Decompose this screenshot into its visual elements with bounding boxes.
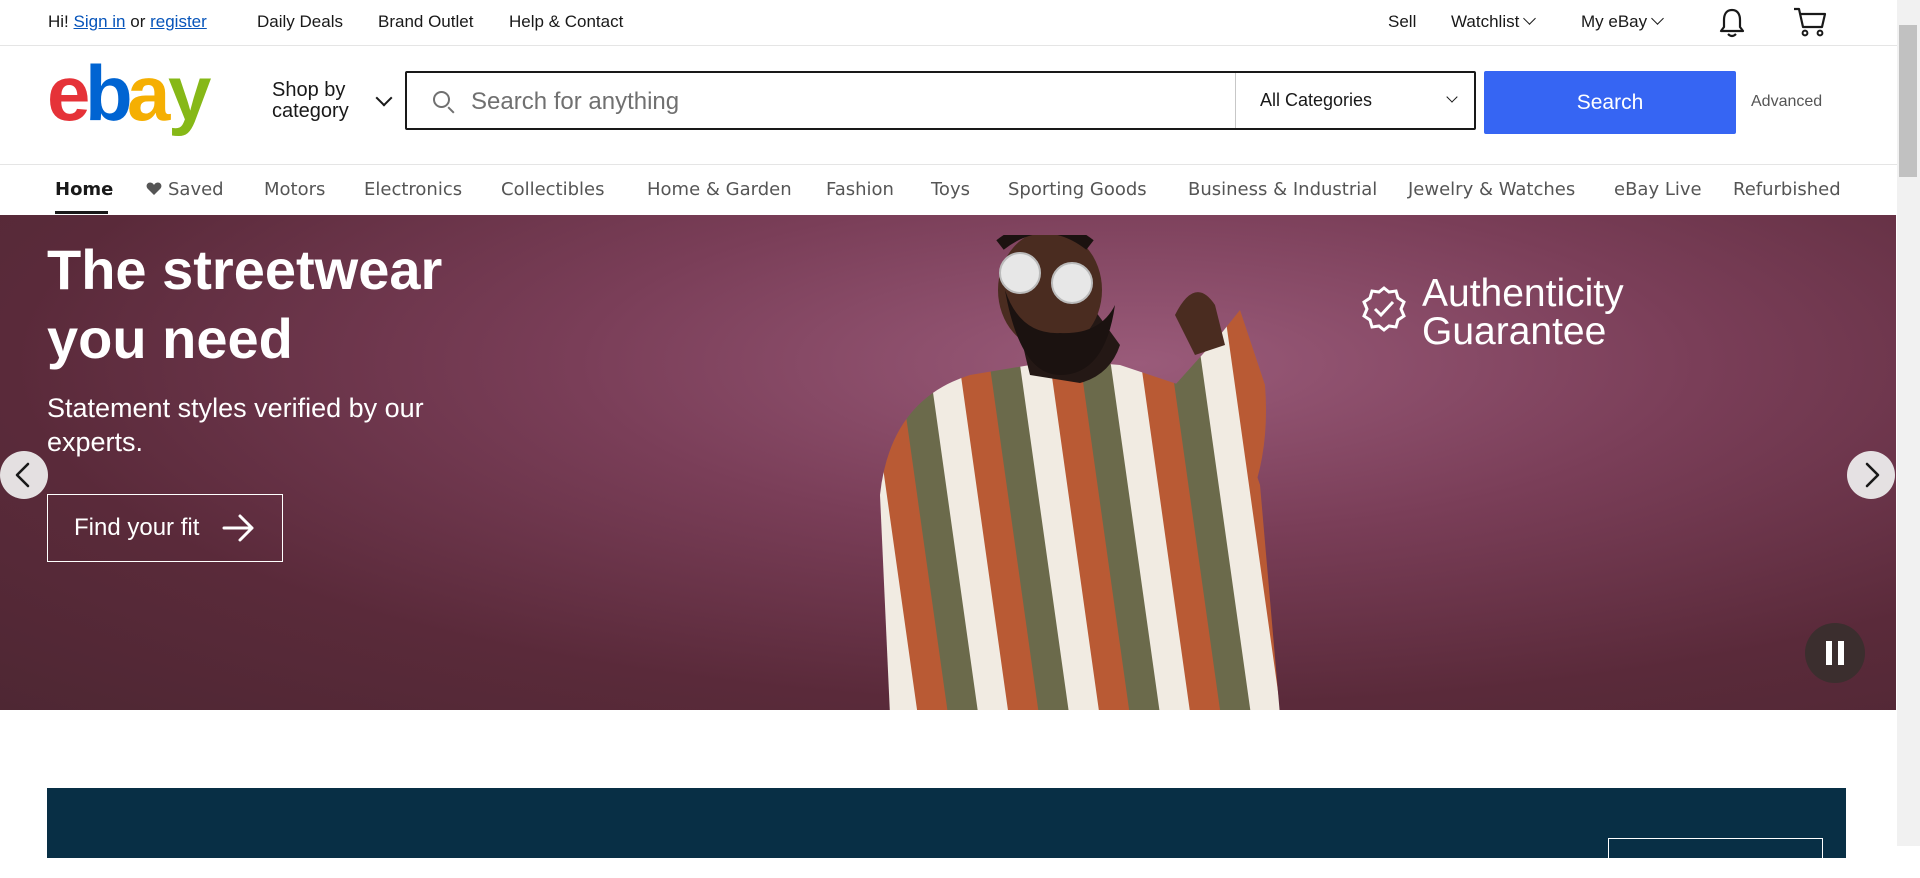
- search-box: All Categories: [405, 71, 1476, 130]
- badge-line1: Authenticity: [1422, 272, 1624, 315]
- hero-model-image[interactable]: [820, 235, 1360, 710]
- active-tab-indicator: [55, 211, 108, 214]
- scrollbar-thumb[interactable]: [1899, 25, 1917, 177]
- greeting: Hi! Sign in or register: [48, 12, 207, 32]
- brand-outlet-link[interactable]: Brand Outlet: [378, 12, 473, 32]
- my-ebay-menu[interactable]: My eBay: [1581, 12, 1665, 32]
- tab-sporting-goods[interactable]: Sporting Goods: [1008, 179, 1147, 200]
- top-bar: Hi! Sign in or register Daily Deals Bran…: [0, 0, 1897, 46]
- shop-by-line2: category: [272, 100, 349, 122]
- or-text: or: [130, 12, 146, 31]
- pause-icon: [1826, 641, 1832, 665]
- tab-collectibles[interactable]: Collectibles: [501, 179, 605, 200]
- tab-refurbished[interactable]: Refurbished: [1733, 179, 1841, 200]
- search-icon: [433, 91, 450, 108]
- hero-title: The streetwear you need: [47, 238, 443, 370]
- help-contact-link[interactable]: Help & Contact: [509, 12, 623, 32]
- greeting-text: Hi!: [48, 12, 69, 31]
- tab-saved-label: Saved: [168, 179, 224, 200]
- chevron-down-icon: [1523, 12, 1537, 25]
- chevron-right-icon: [1865, 462, 1880, 488]
- bell-icon[interactable]: [1717, 7, 1747, 39]
- tab-home-garden[interactable]: Home & Garden: [647, 179, 792, 200]
- promo-banner-button[interactable]: [1608, 838, 1823, 878]
- my-ebay-label: My eBay: [1581, 12, 1648, 31]
- logo-letter-b: b: [85, 62, 133, 137]
- tab-saved[interactable]: Saved: [146, 179, 224, 200]
- badge-line2: Guarantee: [1422, 310, 1607, 353]
- chevron-down-icon: [375, 89, 393, 107]
- sign-in-link[interactable]: Sign in: [74, 12, 126, 31]
- find-your-fit-button[interactable]: Find your fit: [47, 494, 283, 562]
- heart-icon: [146, 182, 162, 195]
- check-badge-icon: [1362, 286, 1406, 332]
- page-scrollbar[interactable]: [1897, 0, 1920, 846]
- cta-label: Find your fit: [74, 514, 200, 541]
- tab-ebay-live[interactable]: eBay Live: [1614, 179, 1702, 200]
- logo-letter-a: a: [127, 62, 171, 137]
- register-link[interactable]: register: [150, 12, 207, 31]
- tab-fashion[interactable]: Fashion: [826, 179, 894, 200]
- carousel-pause-button[interactable]: [1805, 623, 1865, 683]
- watchlist-label: Watchlist: [1451, 12, 1520, 31]
- search-button[interactable]: Search: [1484, 71, 1736, 134]
- category-nav: Home Saved Motors Electronics Collectibl…: [0, 164, 1897, 215]
- sell-link[interactable]: Sell: [1388, 12, 1416, 32]
- tab-business-industrial[interactable]: Business & Industrial: [1188, 179, 1377, 200]
- tab-electronics[interactable]: Electronics: [364, 179, 462, 200]
- advanced-search-link[interactable]: Advanced: [1751, 93, 1822, 111]
- carousel-prev-button[interactable]: [0, 451, 48, 499]
- logo-letter-e: e: [47, 62, 88, 137]
- promo-banner: [47, 788, 1846, 878]
- category-selected: All Categories: [1260, 90, 1373, 110]
- shop-by-category-button[interactable]: Shop by category: [272, 79, 393, 122]
- shop-by-line1: Shop by: [272, 79, 346, 101]
- chevron-left-icon: [15, 462, 30, 488]
- category-select[interactable]: All Categories: [1235, 73, 1475, 128]
- cart-icon[interactable]: [1792, 6, 1828, 38]
- tab-jewelry-watches[interactable]: Jewelry & Watches: [1408, 179, 1575, 200]
- carousel-next-button[interactable]: [1847, 451, 1895, 499]
- logo-letter-y: y: [168, 62, 211, 137]
- daily-deals-link[interactable]: Daily Deals: [257, 12, 343, 32]
- hero-banner: The streetwear you need Statement styles…: [0, 215, 1896, 710]
- tab-motors[interactable]: Motors: [264, 179, 325, 200]
- chevron-down-icon: [1446, 91, 1458, 103]
- search-input[interactable]: [469, 83, 1213, 121]
- tab-home[interactable]: Home: [55, 179, 113, 200]
- arrow-right-icon: [222, 514, 254, 542]
- watchlist-menu[interactable]: Watchlist: [1451, 12, 1537, 32]
- tab-toys[interactable]: Toys: [931, 179, 970, 200]
- ebay-logo[interactable]: e b a y: [47, 62, 227, 142]
- chevron-down-icon: [1651, 12, 1665, 25]
- hero-subtitle: Statement styles verified by our experts…: [47, 393, 424, 457]
